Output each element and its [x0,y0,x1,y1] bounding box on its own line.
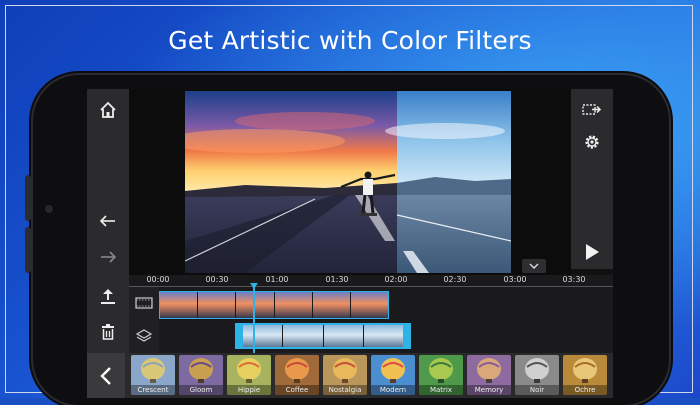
filter-label: Crescent [131,385,175,395]
headline: Get Artistic with Color Filters [168,26,532,55]
playhead[interactable] [253,285,255,353]
filter-label: Hippie [227,385,271,395]
timeline[interactable]: 00:00 00:30 01:00 01:30 02:00 02:30 03:0… [129,275,613,353]
filter-label: Matrix [419,385,463,395]
video-preview[interactable] [185,91,511,273]
filter-label: Modern [371,385,415,395]
selected-filter-clip[interactable] [235,323,411,349]
video-clip[interactable] [159,291,389,319]
filter-thumbnail[interactable]: Noir [515,355,559,395]
ruler-label: 03:30 [562,275,586,284]
ruler-label: 00:30 [205,275,229,284]
ruler-label: 00:00 [146,275,170,284]
home-icon[interactable] [97,99,119,121]
filter-label: Ochre [563,385,607,395]
export-arrow-icon[interactable] [581,99,603,121]
upload-icon[interactable] [97,285,119,307]
ruler-label: 01:00 [265,275,289,284]
filter-label: Gloom [179,385,223,395]
app-screen: 00:00 00:30 01:00 01:30 02:00 02:30 03:0… [87,89,613,398]
filter-thumbnail[interactable]: Memory [467,355,511,395]
ruler-baseline [129,286,613,287]
redo-icon[interactable] [97,246,119,268]
filter-label: Memory [467,385,511,395]
filter-thumbnail[interactable]: Matrix [419,355,463,395]
filter-thumbnail[interactable]: Nostalgia [323,355,367,395]
phone-side-button [25,227,31,273]
filter-label: Nostalgia [323,385,367,395]
filter-thumbnail[interactable]: Coffee [275,355,319,395]
right-toolbar [571,89,613,269]
ruler-label: 02:30 [443,275,467,284]
undo-icon[interactable] [97,210,119,232]
layers-icon[interactable] [133,327,155,345]
clip-trim-handle-right[interactable] [403,325,409,347]
left-toolbar [87,89,129,353]
filter-label: Noir [515,385,559,395]
filter-thumbnail[interactable]: Gloom [179,355,223,395]
filter-thumbnail[interactable]: Hippie [227,355,271,395]
video-track-icon [133,295,155,311]
filter-label: Coffee [275,385,319,395]
filter-bar: Crescent Gloom Hippie Coffee Nostalgia M… [87,353,613,398]
filter-thumbnail[interactable]: Ochre [563,355,607,395]
ruler-label: 01:30 [325,275,349,284]
ruler-label: 02:00 [384,275,408,284]
ruler-label: 03:00 [503,275,527,284]
chevron-down-icon[interactable] [522,259,546,273]
filter-thumbnail[interactable]: Crescent [131,355,175,395]
phone-camera [45,205,53,213]
play-icon[interactable] [581,241,603,263]
filter-thumbnail[interactable]: Modern [371,355,415,395]
phone-side-button [25,175,31,221]
trash-icon[interactable] [97,321,119,343]
gear-icon[interactable] [581,131,603,153]
back-chevron-icon[interactable] [87,353,125,398]
